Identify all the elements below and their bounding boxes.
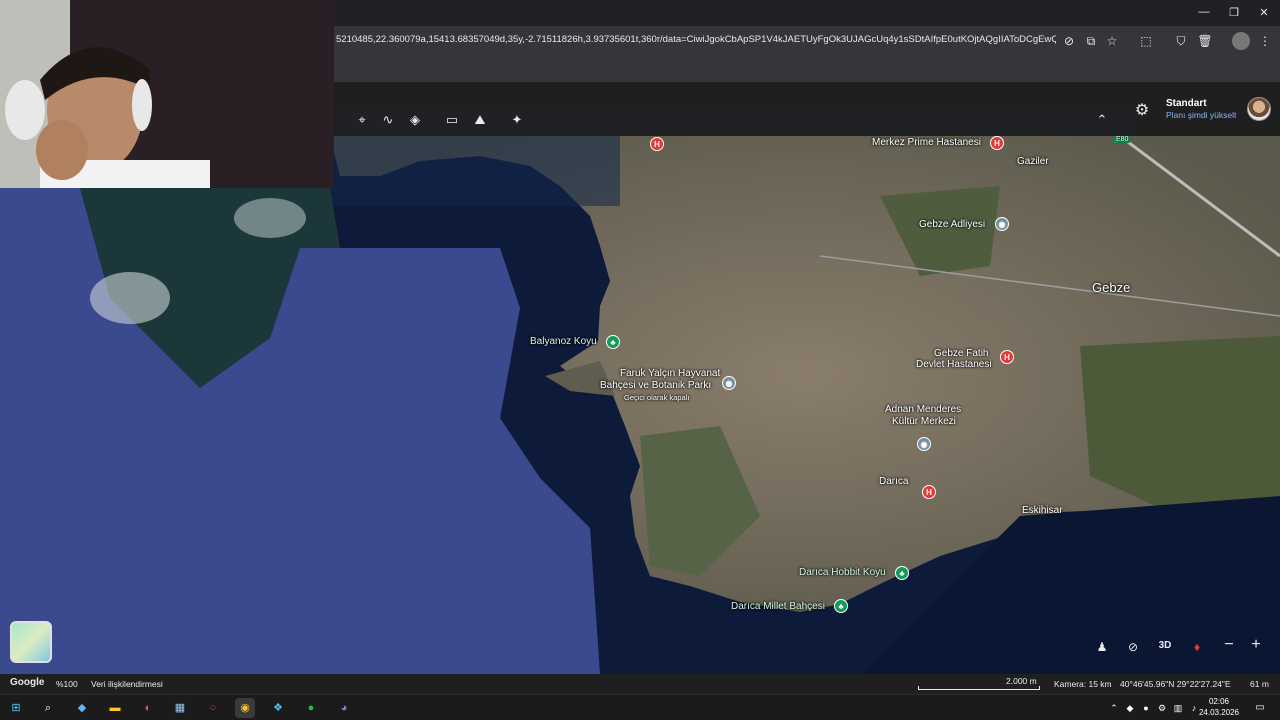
satellite-icon[interactable]: ✦ [508, 111, 526, 129]
map-layers-icon[interactable]: ◈ [406, 111, 424, 129]
courthouse-pin-icon[interactable]: ◉ [995, 217, 1009, 231]
hospital-pin-icon[interactable]: H [1000, 350, 1014, 364]
label-gebze-fatih-1: Gebze Fatih [934, 348, 989, 359]
label-gebze-fatih-2: Devlet Hastanesi [916, 359, 992, 370]
windows-taskbar: ⊞ ⌕ ◆ ▬ ◐ ▦ ○ ◉ ❖ ● ◕ ⌃ ◆ ● ⚙ ▥ ♪ 02:06 … [0, 694, 1280, 720]
file-explorer-icon[interactable]: ▬ [105, 698, 125, 718]
webcam-overlay [0, 0, 334, 188]
chrome-icon[interactable]: ◉ [235, 698, 255, 718]
label-gebze: Gebze [1092, 280, 1131, 295]
scale-bar [918, 686, 1040, 690]
google-logo: Google [10, 677, 45, 688]
collapse-toolbar-icon[interactable]: ⌃ [1093, 111, 1111, 129]
zoom-out-button[interactable]: − [1219, 636, 1239, 654]
close-button[interactable]: ✕ [1254, 6, 1274, 19]
taskbar-clock[interactable]: 02:06 24.03.2026 [1196, 696, 1242, 718]
spotify-icon[interactable]: ● [301, 698, 321, 718]
blurred-hand-overlay [0, 188, 640, 674]
street-view-pegman-icon[interactable]: ♟ [1092, 640, 1112, 654]
label-adnan-2: Kültür Merkezi [892, 416, 956, 427]
install-app-icon[interactable]: ⧉ [1082, 32, 1100, 50]
app-icon[interactable]: ❖ [268, 698, 288, 718]
label-eskihisar: Eskihisar [1022, 505, 1063, 516]
notification-icon[interactable]: ▭ [1250, 698, 1270, 718]
elevation-icon[interactable]: ⛰ [471, 111, 489, 129]
app-icon[interactable]: ◆ [72, 698, 92, 718]
add-placemark-icon[interactable]: ⌖ [353, 111, 371, 129]
minimize-button[interactable]: — [1194, 6, 1214, 18]
clock-date: 24.03.2026 [1198, 708, 1240, 717]
windows-start-icon[interactable]: ⊞ [6, 698, 26, 718]
settings-gear-icon[interactable]: ⚙ [1133, 100, 1151, 120]
label-adnan-1: Adnan Menderes [885, 404, 962, 415]
app-icon[interactable]: ◐ [138, 698, 158, 718]
status-bar: Google %100 Veri ilişkilendirmesi 2.000 … [0, 674, 1280, 694]
hospital-pin-icon[interactable]: H [990, 136, 1004, 150]
highway-e80-badge: E80 [1114, 136, 1131, 143]
label-gebze-adliyesi: Gebze Adliyesi [919, 219, 986, 230]
bookmark-star-icon[interactable]: ☆ [1103, 32, 1121, 50]
earth-toolbar: ⌖ ∿ ◈ ▭ ⛰ ✦ ⌃ [336, 104, 1136, 134]
park-pin-icon[interactable]: ♣ [834, 599, 848, 613]
incognito-icon[interactable]: ⛉ [1172, 32, 1190, 50]
zoom-in-button[interactable]: + [1246, 636, 1266, 654]
data-attribution-link[interactable]: Veri ilişkilendirmesi [91, 679, 163, 689]
draw-path-icon[interactable]: ∿ [379, 111, 397, 129]
plan-upgrade-link[interactable]: Planı şimdi yükselt [1166, 110, 1236, 120]
discord-icon[interactable]: ◕ [334, 698, 354, 718]
clock-time: 02:06 [1208, 697, 1230, 706]
altitude-readout: 61 m [1250, 679, 1269, 689]
label-darica: Darıca [879, 476, 909, 487]
zoom-level: %100 [56, 679, 78, 689]
more-menu-icon[interactable]: ⋮ [1256, 32, 1274, 50]
opera-icon[interactable]: ○ [203, 698, 223, 718]
calculator-icon[interactable]: ▦ [170, 698, 190, 718]
label-merkez-prime: Merkez Prime Hastanesi [872, 137, 981, 148]
hospital-pin-icon[interactable]: H [922, 485, 936, 499]
profile-avatar-icon[interactable] [1232, 32, 1250, 50]
camera-distance: Kamera: 15 km [1054, 679, 1112, 689]
hospital-pin-icon[interactable]: H [650, 137, 664, 151]
park-pin-icon[interactable]: ♣ [895, 566, 909, 580]
url-text[interactable]: 5210485,22.360079a,15413.68357049d,35y,-… [336, 34, 1056, 50]
extensions-icon[interactable]: ⬚ [1137, 32, 1155, 50]
compass-icon[interactable]: ♦ [1187, 640, 1207, 654]
tracking-off-icon[interactable]: ⊘ [1060, 32, 1078, 50]
measure-icon[interactable]: ▭ [443, 111, 461, 129]
map-style-thumbnail[interactable] [10, 621, 52, 663]
coordinates-readout: 40°46'45.96"N 29°22'27.24"E [1120, 679, 1231, 689]
plan-title: Standart [1166, 98, 1207, 109]
culture-center-pin-icon[interactable]: ◉ [917, 437, 931, 451]
zoo-pin-icon[interactable]: ◉ [722, 376, 736, 390]
tilt-reset-icon[interactable]: ⊘ [1123, 640, 1143, 654]
three-d-toggle[interactable]: 3D [1155, 640, 1175, 651]
restore-button[interactable]: ❐ [1224, 6, 1244, 19]
account-avatar[interactable] [1247, 97, 1271, 121]
trash-icon[interactable]: 🗑 [1196, 32, 1214, 50]
scale-label: 2.000 m [1006, 676, 1037, 686]
search-icon[interactable]: ⌕ [38, 698, 58, 718]
label-millet: Darıca Millet Bahçesi [731, 601, 825, 612]
label-hobbit: Darıca Hobbit Koyu [799, 567, 886, 578]
label-gaziler: Gaziler [1017, 156, 1049, 167]
